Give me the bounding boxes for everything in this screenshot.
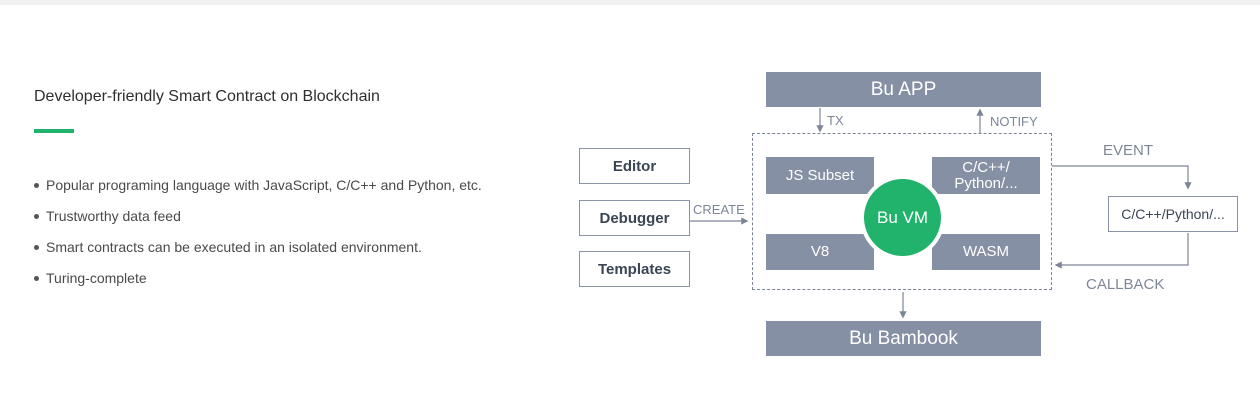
external-language-box: C/C++/Python/... — [1108, 196, 1238, 232]
bu-bambook-bar: Bu Bambook — [766, 321, 1041, 356]
wasm-module: WASM — [932, 234, 1040, 270]
callback-label: CALLBACK — [1086, 276, 1165, 293]
v8-module: V8 — [766, 234, 874, 270]
js-subset-module: JS Subset — [766, 157, 874, 194]
bu-vm-circle: Bu VM — [860, 175, 945, 260]
callback-arrow — [1054, 233, 1189, 269]
debugger-box: Debugger — [579, 200, 690, 236]
templates-box: Templates — [579, 251, 690, 287]
bu-app-bar: Bu APP — [766, 72, 1041, 107]
event-arrow — [1052, 165, 1192, 190]
notify-label: NOTIFY — [990, 114, 1038, 129]
tx-label: TX — [827, 113, 844, 128]
architecture-diagram: Bu APP TX NOTIFY Editor Debugger Templat… — [0, 0, 1260, 420]
editor-box: Editor — [579, 148, 690, 184]
event-label: EVENT — [1103, 142, 1154, 159]
c-python-line1: C/C++/ — [962, 158, 1010, 176]
c-python-module: C/C++/ Python/... — [932, 157, 1040, 194]
create-label: CREATE — [693, 202, 745, 217]
c-python-line2: Python/... — [954, 174, 1018, 192]
